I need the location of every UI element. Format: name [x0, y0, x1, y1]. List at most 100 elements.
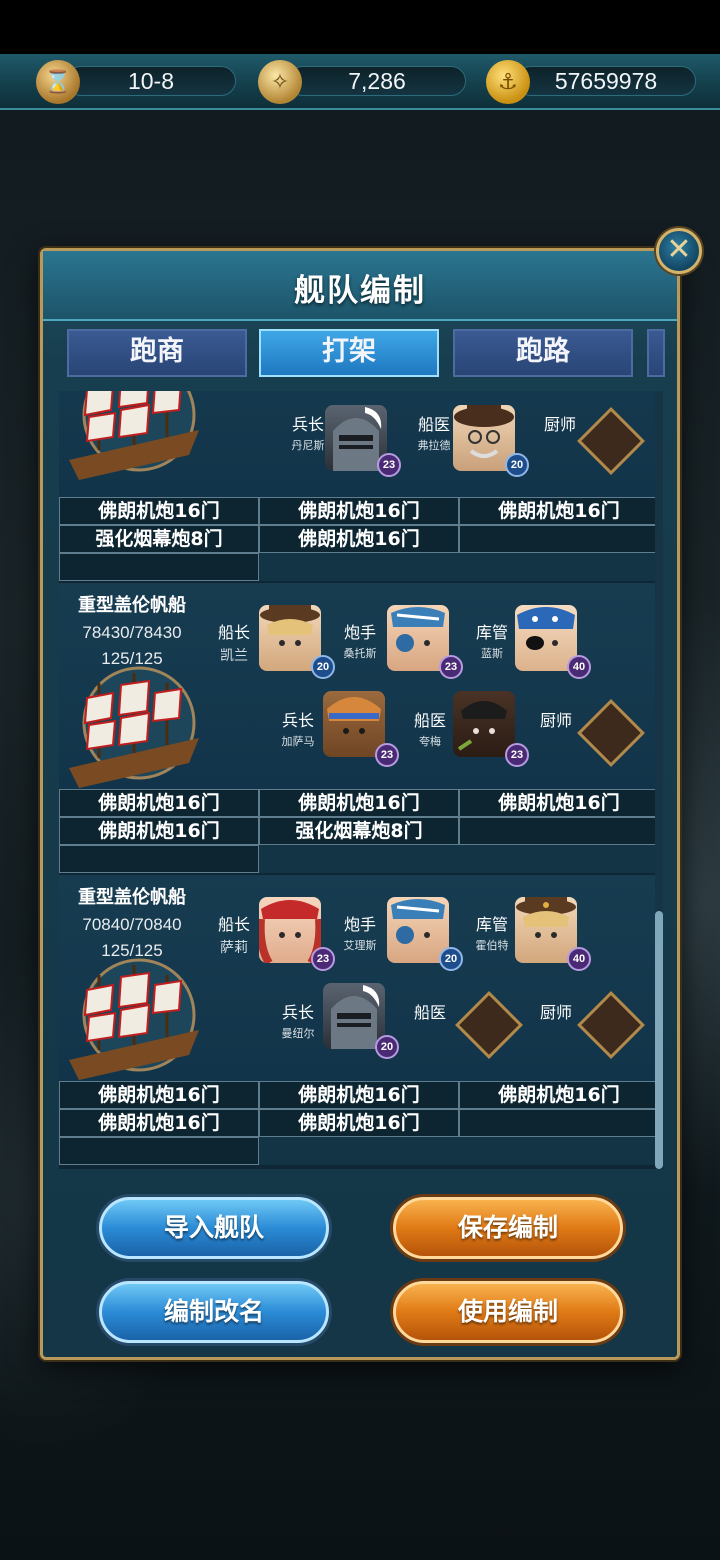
ship-card-upper: 兵长 丹尼斯 23 船医 弗拉德 20 厨师: [59, 391, 663, 497]
weapon-slot[interactable]: [459, 1109, 659, 1137]
crew-role-label: 炮手: [343, 623, 376, 642]
weapon-slot[interactable]: 佛朗机炮16门: [59, 1109, 259, 1137]
crew-role-label: 船医: [413, 711, 446, 730]
stage-resource: 10-8 ⌛: [36, 60, 236, 104]
empty-crew-slot[interactable]: [577, 699, 645, 767]
weapon-slot[interactable]: 佛朗机炮16门: [59, 789, 259, 817]
stage-value: 10-8: [66, 66, 236, 96]
ship-durability: 70840/70840: [82, 915, 182, 934]
tab-battle[interactable]: 打架: [259, 329, 439, 377]
weapon-slot[interactable]: 佛朗机炮16门: [59, 1081, 259, 1109]
weapon-grid: 佛朗机炮16门 佛朗机炮16门 佛朗机炮16门 佛朗机炮16门 佛朗机炮16门: [59, 1081, 663, 1165]
compass-resource: 7,286 ✧: [258, 60, 466, 104]
crew-name: 蓝斯: [481, 647, 503, 660]
status-bar: [0, 0, 720, 54]
crew-role-label: 厨师: [539, 1003, 572, 1022]
crew-level-badge: 20: [439, 947, 463, 971]
ship-card[interactable]: 重型盖伦帆船 70840/70840 125/125 船长 萨莉 23 炮手 艾…: [59, 875, 663, 1165]
ship-card-upper: 重型盖伦帆船 70840/70840 125/125 船长 萨莉 23 炮手 艾…: [59, 875, 663, 1081]
weapon-slot[interactable]: 佛朗机炮16门: [259, 789, 459, 817]
weapon-slot[interactable]: 佛朗机炮16门: [59, 497, 259, 525]
crew-level-badge: 23: [377, 453, 401, 477]
crew-role-label: 库管: [475, 623, 508, 642]
fleet-formation-dialog: 舰队编制 跑商 打架 跑路 兵长 丹尼斯 23 船医 弗拉德 20 厨师 佛朗机…: [40, 248, 680, 1360]
crew-portrait-soldier[interactable]: [323, 691, 385, 757]
empty-crew-slot[interactable]: [577, 991, 645, 1059]
dialog-title: 舰队编制: [294, 273, 426, 309]
ship-durability: 78430/78430: [82, 623, 182, 642]
ship-list[interactable]: 兵长 丹尼斯 23 船医 弗拉德 20 厨师 佛朗机炮16门 佛朗机炮16门 佛…: [59, 391, 663, 1169]
crew-name: 霍伯特: [475, 939, 509, 952]
weapon-grid: 佛朗机炮16门 佛朗机炮16门 佛朗机炮16门 佛朗机炮16门 强化烟幕炮8门: [59, 789, 663, 873]
crew-portrait-helmet[interactable]: [323, 983, 385, 1049]
scroll-thumb[interactable]: [655, 911, 663, 1169]
weapon-slot[interactable]: [59, 553, 259, 581]
weapon-slot[interactable]: [59, 1137, 259, 1165]
weapon-slot[interactable]: 佛朗机炮16门: [59, 817, 259, 845]
gold-value: 57659978: [516, 66, 696, 96]
crew-name: 夸梅: [419, 735, 441, 748]
crew-level-badge: 20: [311, 655, 335, 679]
import-fleet-button[interactable]: 导入舰队: [99, 1197, 329, 1259]
weapon-slot[interactable]: 佛朗机炮16门: [459, 497, 659, 525]
formation-tabs: 跑商 打架 跑路: [67, 329, 667, 379]
crew-level-badge: 40: [567, 947, 591, 971]
crew-role-label: 兵长: [281, 711, 314, 730]
anchor-coin-icon: ⚓: [486, 60, 530, 104]
crew-role-label: 船长: [217, 915, 250, 934]
crew-level-badge: 20: [375, 1035, 399, 1059]
weapon-slot[interactable]: 佛朗机炮16门: [259, 497, 459, 525]
ship-name: 重型盖伦帆船: [78, 595, 186, 616]
crew-role-label: 厨师: [543, 415, 576, 434]
crew-name: 艾理斯: [343, 939, 377, 952]
weapon-slot[interactable]: [459, 817, 659, 845]
weapon-grid: 佛朗机炮16门 佛朗机炮16门 佛朗机炮16门 强化烟幕炮8门 佛朗机炮16门: [59, 497, 663, 581]
crew-role-label: 船长: [217, 623, 250, 642]
rename-formation-button[interactable]: 编制改名: [99, 1281, 329, 1343]
crew-role-label: 炮手: [343, 915, 376, 934]
ship-card-upper: 重型盖伦帆船 78430/78430 125/125 船长 凯兰 20 炮手 桑…: [59, 583, 663, 789]
weapon-slot[interactable]: 佛朗机炮16门: [459, 1081, 659, 1109]
empty-crew-slot[interactable]: [455, 991, 523, 1059]
weapon-slot[interactable]: 佛朗机炮16门: [459, 789, 659, 817]
crew-name: 曼纽尔: [281, 1027, 315, 1040]
crew-role-label: 船医: [417, 415, 450, 434]
save-formation-button[interactable]: 保存编制: [393, 1197, 623, 1259]
compass-value: 7,286: [288, 66, 466, 96]
weapon-slot[interactable]: 佛朗机炮16门: [259, 1081, 459, 1109]
close-icon[interactable]: ✕: [656, 228, 702, 274]
resource-bar: 10-8 ⌛ 7,286 ✧ 57659978 ⚓: [0, 54, 720, 110]
crew-level-badge: 23: [439, 655, 463, 679]
dialog-header: 舰队编制: [43, 251, 677, 321]
crew-role-label: 兵长: [281, 1003, 314, 1022]
crew-level-badge: 23: [505, 743, 529, 767]
ship-image: [69, 391, 199, 480]
empty-crew-slot[interactable]: [577, 407, 645, 475]
ship-card[interactable]: 重型盖伦帆船 78430/78430 125/125 船长 凯兰 20 炮手 桑…: [59, 583, 663, 873]
crew-role-label: 库管: [475, 915, 508, 934]
crew-name: 加萨马: [281, 735, 315, 748]
crew-portrait-doctor[interactable]: [453, 691, 515, 757]
crew-role-label: 船医: [413, 1003, 446, 1022]
weapon-slot[interactable]: 强化烟幕炮8门: [59, 525, 259, 553]
ship-list-scrollbar[interactable]: [655, 391, 663, 1169]
weapon-slot[interactable]: [59, 845, 259, 873]
crew-name: 萨莉: [220, 940, 248, 956]
weapon-slot[interactable]: 强化烟幕炮8门: [259, 817, 459, 845]
gold-resource: 57659978 ⚓: [486, 60, 696, 104]
weapon-slot[interactable]: 佛朗机炮16门: [259, 525, 459, 553]
ship-image: [69, 958, 199, 1080]
compass-icon: ✧: [258, 60, 302, 104]
crew-name: 弗拉德: [417, 439, 451, 452]
use-formation-button[interactable]: 使用编制: [393, 1281, 623, 1343]
crew-level-badge: 40: [567, 655, 591, 679]
tab-trade[interactable]: 跑商: [67, 329, 247, 377]
tab-escape[interactable]: 跑路: [453, 329, 633, 377]
ship-name: 重型盖伦帆船: [78, 887, 186, 908]
crew-level-badge: 23: [311, 947, 335, 971]
weapon-slot[interactable]: 佛朗机炮16门: [259, 1109, 459, 1137]
tab-more[interactable]: [647, 329, 665, 377]
weapon-slot[interactable]: [459, 525, 659, 553]
crew-role-label: 厨师: [539, 711, 572, 730]
ship-card[interactable]: 兵长 丹尼斯 23 船医 弗拉德 20 厨师 佛朗机炮16门 佛朗机炮16门 佛…: [59, 391, 663, 581]
